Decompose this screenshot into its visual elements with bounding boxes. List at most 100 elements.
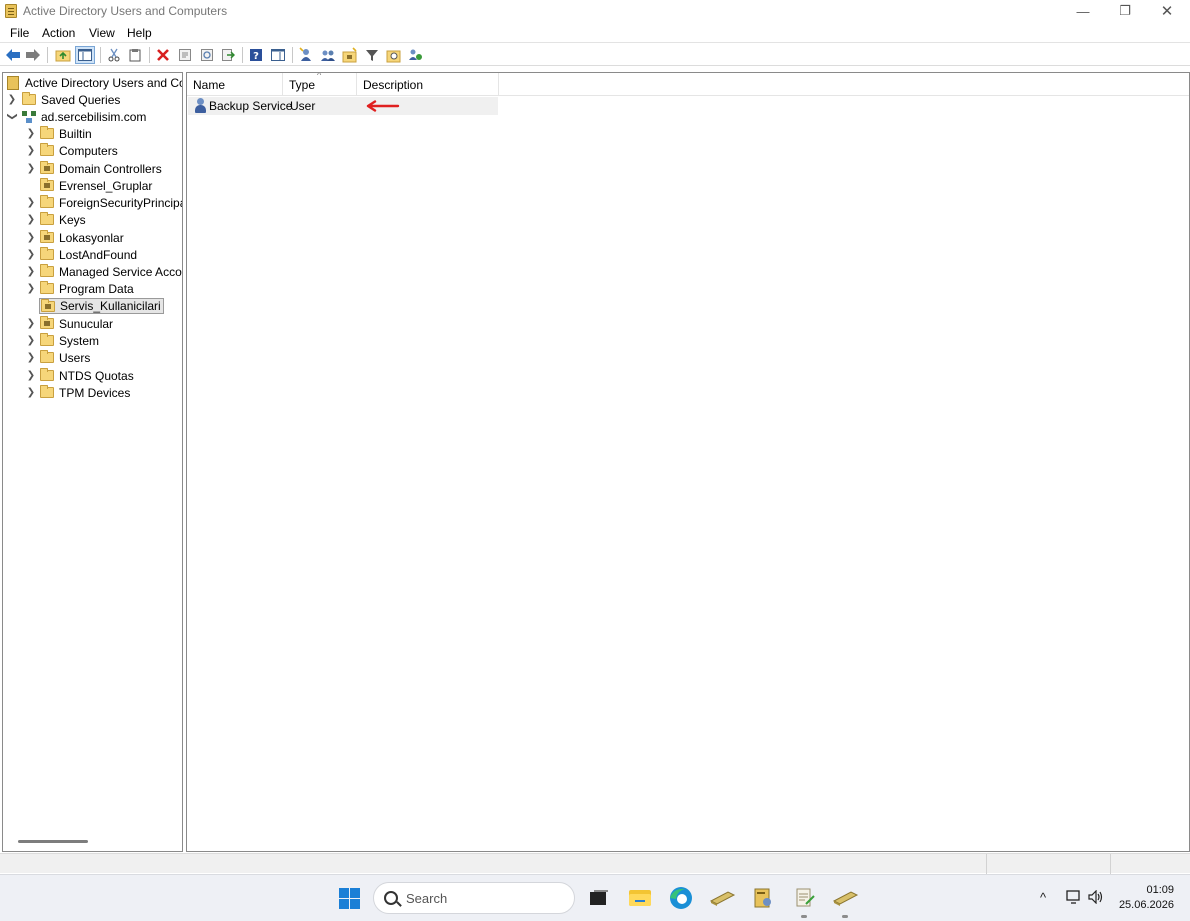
organizational-unit-icon — [40, 161, 54, 174]
folder-icon — [40, 385, 54, 398]
menu-help[interactable]: Help — [127, 26, 152, 40]
chevron-right-icon[interactable]: ❯ — [26, 229, 36, 246]
file-explorer-icon[interactable] — [626, 884, 654, 912]
details-list[interactable]: Name Type Description ^ Backup Service U… — [186, 72, 1190, 852]
chevron-right-icon[interactable]: ❯ — [26, 125, 36, 142]
filter-icon[interactable] — [364, 47, 380, 63]
tree-item-domain-controllers[interactable]: Domain Controllers — [40, 160, 162, 177]
maximize-button[interactable]: ❐ — [1102, 0, 1148, 22]
chevron-right-icon[interactable]: ❯ — [26, 367, 36, 384]
tree-item-label: Users — [59, 350, 91, 365]
search-icon — [384, 891, 398, 905]
new-group-icon[interactable] — [320, 47, 336, 63]
column-header-name[interactable]: Name — [187, 73, 283, 96]
taskbar-clock[interactable]: 01:09 25.06.2026 — [1118, 883, 1174, 913]
chevron-right-icon[interactable]: ❯ — [26, 332, 36, 349]
task-view-icon[interactable] — [585, 884, 613, 912]
properties-icon[interactable] — [177, 47, 193, 63]
chevron-right-icon[interactable]: ❯ — [26, 263, 36, 280]
cell-name: Backup Service — [209, 99, 293, 113]
tree-item-label: Computers — [59, 143, 118, 158]
menu-bar: File Action View Help — [0, 23, 1190, 43]
column-header-description[interactable]: Description — [357, 73, 499, 96]
taskbar-search-box[interactable]: Search — [373, 882, 575, 914]
tree-root[interactable]: Active Directory Users and Com — [7, 74, 183, 91]
tree-item-evrensel-gruplar[interactable]: Evrensel_Gruplar — [40, 177, 152, 194]
tree-item-program-data[interactable]: Program Data — [40, 280, 134, 297]
refresh-icon[interactable] — [199, 47, 215, 63]
chevron-right-icon[interactable]: ❯ — [26, 211, 36, 228]
tree-item-domain[interactable]: ad.sercebilisim.com — [22, 108, 146, 125]
tree-item-foreignsecurityprincipals[interactable]: ForeignSecurityPrincipals — [40, 194, 182, 211]
notepad-icon[interactable] — [790, 884, 818, 912]
help-icon[interactable]: ? — [248, 47, 264, 63]
server-manager-icon[interactable] — [708, 884, 736, 912]
tree-item-lostandfound[interactable]: LostAndFound — [40, 246, 137, 263]
tree-item-saved-queries[interactable]: Saved Queries — [22, 91, 120, 108]
tree-item-keys[interactable]: Keys — [40, 211, 86, 228]
windows-start-icon[interactable] — [339, 888, 360, 909]
tree-item-label: Lokasyonlar — [59, 230, 124, 245]
chevron-right-icon[interactable]: ❯ — [26, 280, 36, 297]
tree-item-computers[interactable]: Computers — [40, 142, 118, 159]
menu-file[interactable]: File — [10, 26, 29, 40]
tree-root-label: Active Directory Users and Com — [25, 75, 183, 90]
network-icon[interactable] — [1066, 890, 1082, 907]
new-ou-icon[interactable] — [342, 47, 358, 63]
tree-item-label: System — [59, 333, 100, 348]
toolbar-separator — [149, 47, 150, 63]
organizational-unit-icon — [40, 316, 54, 329]
tree-item-label: Program Data — [59, 281, 134, 296]
folder-icon — [40, 212, 54, 225]
back-arrow-icon[interactable] — [5, 47, 21, 63]
tree-item-lokasyonlar[interactable]: Lokasyonlar — [40, 229, 124, 246]
chevron-right-icon[interactable]: ❯ — [26, 384, 36, 401]
chevron-right-icon[interactable]: ❯ — [26, 142, 36, 159]
chevron-right-icon[interactable]: ❯ — [26, 246, 36, 263]
show-hide-console-tree-icon[interactable] — [75, 46, 95, 64]
copy-icon[interactable] — [127, 47, 143, 63]
export-list-icon[interactable] — [220, 47, 236, 63]
tree-item-servis-kullanicilari[interactable]: Servis_Kullanicilari — [39, 298, 164, 314]
aduc-root-icon — [7, 75, 19, 90]
clock-time: 01:09 — [1146, 884, 1174, 896]
tree-item-users[interactable]: Users — [40, 349, 90, 366]
search-placeholder: Search — [406, 891, 448, 906]
chevron-right-icon[interactable]: ❯ — [7, 91, 17, 108]
tree-item-sunucular[interactable]: Sunucular — [40, 315, 113, 332]
chevron-right-icon[interactable]: ❯ — [26, 349, 36, 366]
aduc-taskbar-icon[interactable] — [749, 884, 777, 912]
tree-horizontal-scrollbar[interactable] — [18, 840, 88, 843]
server-app-icon[interactable] — [831, 884, 859, 912]
minimize-button[interactable]: — — [1060, 0, 1106, 22]
up-folder-icon[interactable] — [55, 47, 71, 63]
chevron-right-icon[interactable]: ❯ — [26, 160, 36, 177]
table-row[interactable]: Backup Service User — [188, 97, 498, 115]
cut-icon[interactable] — [106, 47, 122, 63]
chevron-down-icon[interactable]: ❯ — [4, 112, 21, 122]
folder-icon — [40, 247, 54, 260]
menu-action[interactable]: Action — [42, 26, 75, 40]
tree-item-builtin[interactable]: Builtin — [40, 125, 92, 142]
menu-view[interactable]: View — [89, 26, 115, 40]
delete-icon[interactable] — [155, 47, 171, 63]
find-icon[interactable] — [386, 47, 402, 63]
tree-item-managed-service-accour[interactable]: Managed Service Accour — [40, 263, 182, 280]
close-button[interactable]: ✕ — [1144, 0, 1190, 22]
tree-item-system[interactable]: System — [40, 332, 99, 349]
new-user-icon[interactable] — [298, 47, 314, 63]
console-tree[interactable]: Active Directory Users and Com ❯ Saved Q… — [2, 72, 183, 852]
folder-icon — [22, 92, 36, 105]
clock-date: 25.06.2026 — [1118, 899, 1174, 911]
tree-item-tpm-devices[interactable]: TPM Devices — [40, 384, 130, 401]
add-to-group-icon[interactable] — [407, 47, 423, 63]
volume-icon[interactable] — [1088, 889, 1104, 907]
chevron-up-icon[interactable]: ^ — [1040, 890, 1046, 905]
tree-item-ntds-quotas[interactable]: NTDS Quotas — [40, 367, 134, 384]
running-indicator — [801, 915, 807, 918]
show-hide-action-pane-icon[interactable] — [270, 47, 286, 63]
forward-arrow-icon[interactable] — [25, 47, 41, 63]
chevron-right-icon[interactable]: ❯ — [26, 315, 36, 332]
edge-browser-icon[interactable] — [667, 884, 695, 912]
chevron-right-icon[interactable]: ❯ — [26, 194, 36, 211]
